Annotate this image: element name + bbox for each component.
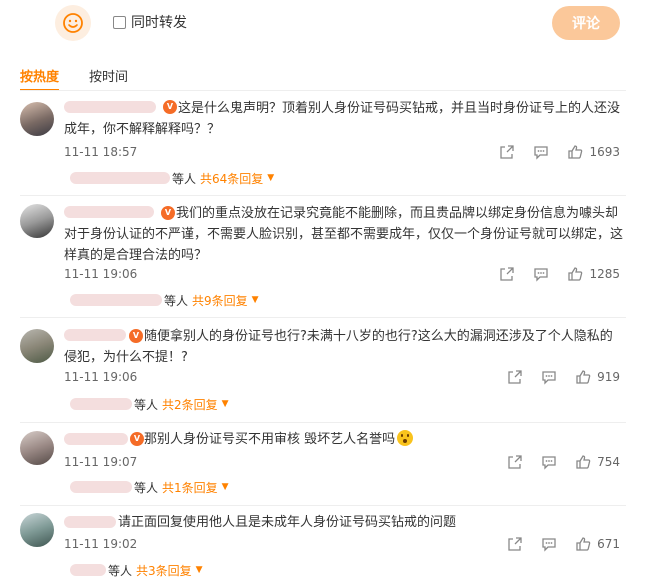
comment-divider [20,422,626,423]
reply-prefix: 等人 [134,480,159,495]
like-count: 671 [597,537,620,551]
forward-label: 同时转发 [131,15,187,31]
avatar[interactable] [20,513,54,547]
reply-summary[interactable]: 等人 共3条回复 ▼ [70,560,203,579]
reply-summary[interactable]: 等人 共64条回复 ▼ [70,168,274,188]
comment-icon[interactable] [541,369,557,385]
reply-summary[interactable]: 等人 共2条回复 ▼ [70,394,229,414]
reply-count-link[interactable]: 共3条回复 [136,562,192,579]
reply-prefix: 等人 [172,171,197,186]
like-count: 754 [597,455,620,469]
reply-summary[interactable]: 等人 共1条回复 ▼ [70,477,229,497]
comment-time: 11-11 19:06 [64,370,138,384]
forward-option[interactable]: 同时转发 [113,12,187,32]
comment-actions: 919 [489,369,620,385]
comment-actions: 754 [489,454,620,470]
sort-tabs: 按热度 按时间 [20,66,128,91]
share-icon[interactable] [499,266,515,282]
share-icon[interactable] [507,369,523,385]
caret-down-icon[interactable]: ▼ [252,295,259,305]
tab-sort-by-time[interactable]: 按时间 [89,66,128,85]
reply-users [70,481,132,493]
share-icon[interactable] [507,536,523,552]
reply-count-link[interactable]: 共9条回复 [192,292,248,309]
comment-actions: 1693 [481,144,620,160]
caret-down-icon[interactable]: ▼ [222,399,229,409]
reply-count-link[interactable]: 共64条回复 [200,170,263,187]
smiley-icon [63,13,83,33]
caret-down-icon[interactable]: ▼ [196,565,203,575]
thumbs-up-icon[interactable] [575,369,591,385]
comment-text: 请正面回复使用他人且是未成年人身份证号码买钻戒的问题 [118,515,457,530]
comment-time: 11-11 18:57 [64,145,138,159]
emoji-button[interactable] [55,5,91,41]
comment-text: 这是什么鬼声明？顶着别人身份证号码买钻戒，并且当时身份证号上的人还没成年，你不解… [64,101,621,137]
reply-prefix: 等人 [134,397,159,412]
reply-count-link[interactable]: 共1条回复 [162,479,218,496]
share-icon[interactable] [499,144,515,160]
thumbs-up-icon[interactable] [567,144,583,160]
comment-composer: 同时转发 评论 [0,0,646,48]
reply-users [70,172,170,184]
avatar[interactable] [20,102,54,136]
like-count: 1693 [589,145,620,159]
thumbs-up-icon[interactable] [575,454,591,470]
avatar[interactable] [20,204,54,238]
comment-divider [20,505,626,506]
comment-text: 我们的重点没放在记录究竟能不能删除，而且贵品牌以绑定身份信息为噱头却对于身份认证… [64,206,624,263]
forward-checkbox[interactable] [113,15,126,29]
submit-comment-button[interactable]: 评论 [552,6,620,40]
reply-summary[interactable]: 等人 共9条回复 ▼ [70,290,259,310]
caret-down-icon[interactable]: ▼ [267,173,274,183]
comment-text: 那别人身份证号买不用审核 毁坏艺人名誉吗 [64,429,624,450]
comment-text: 随便拿别人的身份证号也行?未满十八岁的也行?这么大的漏洞还涉及了个人隐私的侵犯，… [64,329,613,365]
avatar[interactable] [20,431,54,465]
reply-prefix: 等人 [164,293,189,308]
comment-icon[interactable] [533,144,549,160]
thumbs-up-icon[interactable] [575,536,591,552]
reply-users [70,294,162,306]
share-icon[interactable] [507,454,523,470]
reply-prefix: 等人 [108,563,133,578]
comment-icon[interactable] [541,454,557,470]
comment-time: 11-11 19:07 [64,455,138,469]
comment-icon[interactable] [533,266,549,282]
comment-time: 11-11 19:02 [64,537,138,551]
comment-actions: 1285 [481,266,620,282]
comment-icon[interactable] [541,536,557,552]
surprised-emoji-icon [397,430,414,446]
caret-down-icon[interactable]: ▼ [222,482,229,492]
comment-divider [20,195,626,196]
reply-users [70,398,132,410]
reply-users [70,564,106,576]
comment-time: 11-11 19:06 [64,267,138,281]
comment-text-content: 那别人身份证号买不用审核 毁坏艺人名誉吗 [144,432,396,447]
comment-actions: 671 [489,536,620,552]
thumbs-up-icon[interactable] [567,266,583,282]
avatar[interactable] [20,329,54,363]
tabs-divider [20,90,626,91]
comment-divider [20,317,626,318]
reply-count-link[interactable]: 共2条回复 [162,396,218,413]
like-count: 919 [597,370,620,384]
tab-sort-by-hot[interactable]: 按热度 [20,66,60,91]
like-count: 1285 [589,267,620,281]
